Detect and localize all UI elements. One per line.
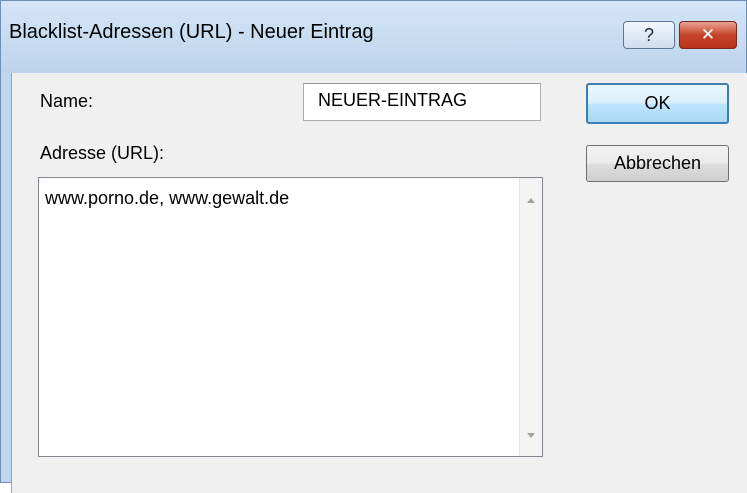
name-input[interactable]: NEUER-EINTRAG bbox=[303, 83, 541, 121]
address-text: www.porno.de, www.gewalt.de bbox=[45, 188, 290, 208]
close-button[interactable]: ✕ bbox=[679, 21, 737, 49]
window-title: Blacklist-Adressen (URL) - Neuer Eintrag bbox=[9, 21, 374, 43]
title-bar[interactable]: Blacklist-Adressen (URL) - Neuer Eintrag… bbox=[1, 1, 746, 73]
ok-button[interactable]: OK bbox=[586, 83, 729, 124]
close-icon: ✕ bbox=[700, 25, 716, 44]
vertical-scrollbar[interactable] bbox=[519, 178, 542, 456]
address-textarea[interactable]: www.porno.de, www.gewalt.de bbox=[38, 177, 543, 457]
dialog-content: Name: NEUER-EINTRAG Adresse (URL): www.p… bbox=[11, 73, 747, 493]
help-button[interactable]: ? bbox=[623, 21, 675, 49]
name-label: Name: bbox=[40, 91, 94, 111]
question-mark-icon: ? bbox=[643, 24, 654, 45]
dialog-window: Blacklist-Adressen (URL) - Neuer Eintrag… bbox=[0, 0, 747, 493]
address-label: Adresse (URL): bbox=[40, 143, 165, 163]
cancel-button[interactable]: Abbrechen bbox=[586, 145, 729, 182]
scroll-down-arrow-icon[interactable] bbox=[527, 433, 535, 438]
scroll-up-arrow-icon[interactable] bbox=[527, 198, 535, 203]
